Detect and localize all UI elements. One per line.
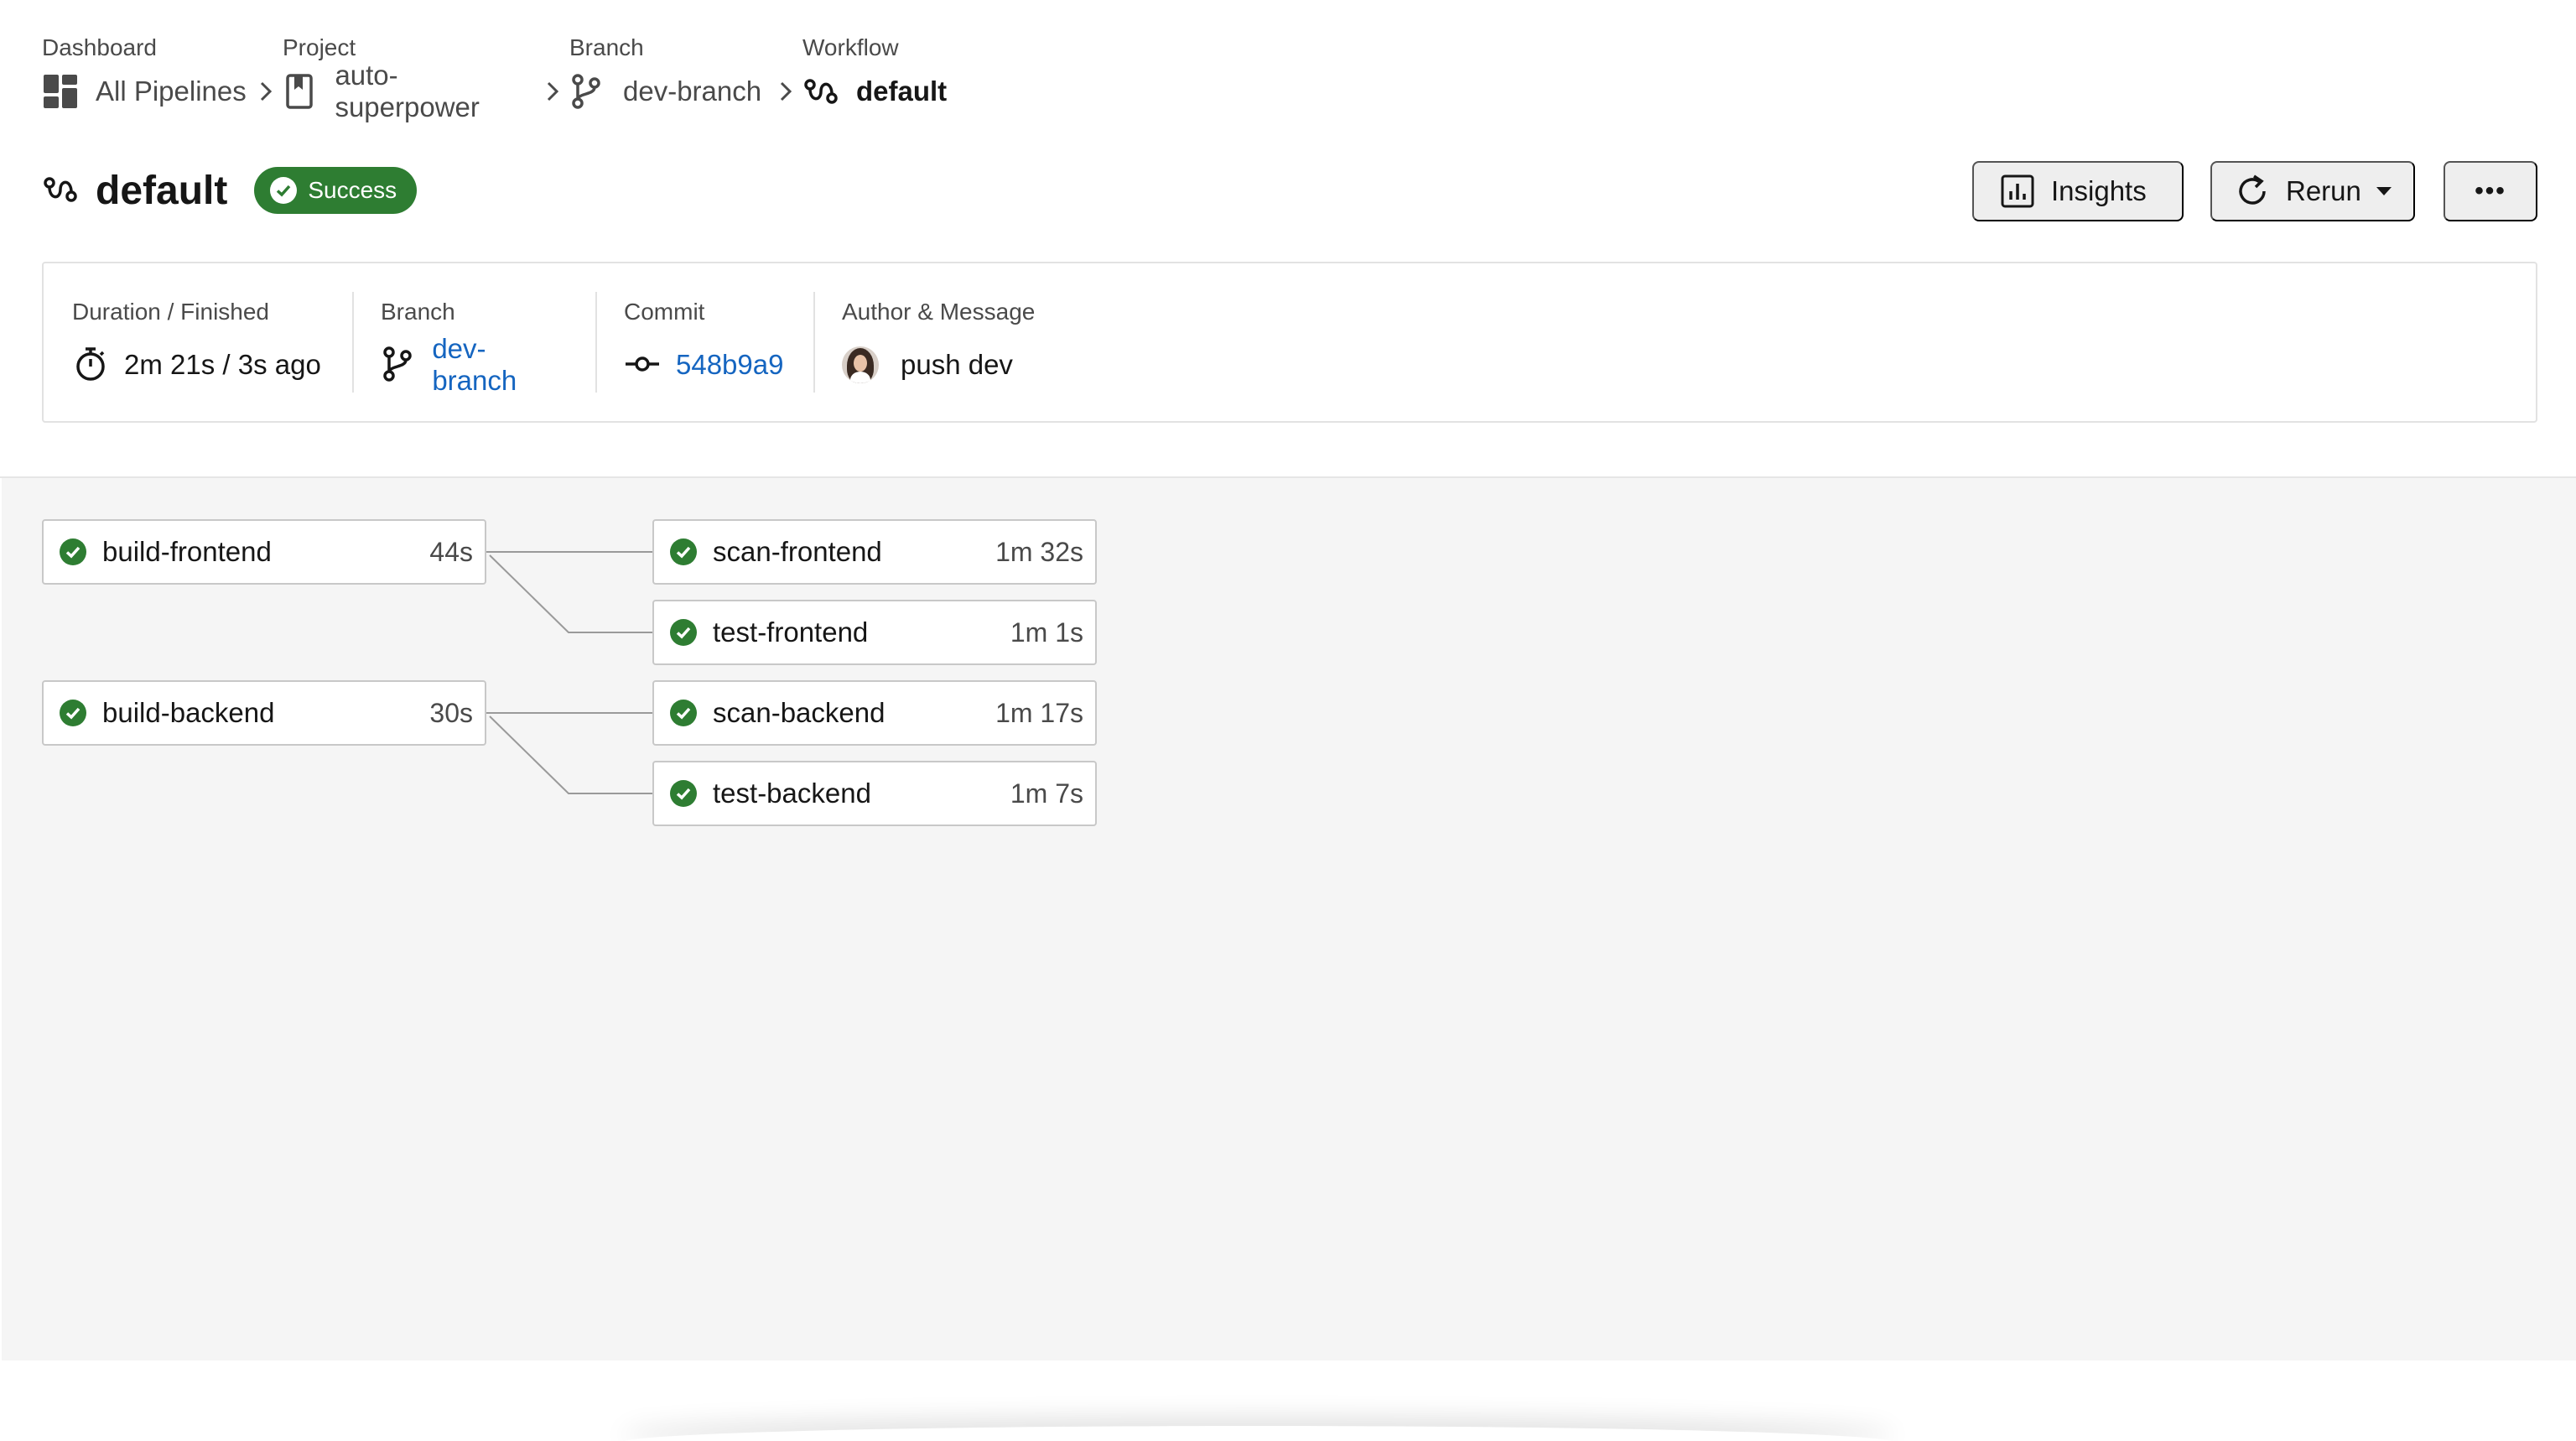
breadcrumb-workflow: Workflow default (802, 32, 947, 119)
pipeline-page: Dashboard All Pipelines Project auto-sup… (0, 0, 2576, 1441)
breadcrumb-workflow-label: Workflow (802, 34, 899, 60)
author-section: Author & Message push dev (842, 289, 1035, 396)
pipeline-graph: build-frontend 44s scan-frontend 1m 32s … (2, 478, 2576, 1360)
job-duration: 44s (429, 536, 473, 567)
breadcrumb-branch: Branch dev-branch (569, 32, 769, 119)
branch-icon (381, 346, 418, 384)
breadcrumb-dashboard-text: All Pipelines (96, 75, 247, 107)
job-build-frontend[interactable]: build-frontend 44s (42, 519, 486, 585)
caret-down-icon (2375, 185, 2393, 197)
more-options-button[interactable]: ••• (2444, 161, 2537, 221)
status-badge-text: Success (308, 177, 397, 203)
insights-label: Insights (2051, 175, 2147, 206)
duration-label: Duration / Finished (72, 299, 270, 325)
job-scan-backend[interactable]: scan-backend 1m 17s (652, 680, 1097, 746)
check-circle-icon (59, 699, 87, 727)
avatar (842, 346, 879, 383)
breadcrumb-branch-link[interactable]: dev-branch (569, 64, 769, 119)
duration-value: 2m 21s / 3s ago (124, 349, 321, 380)
workflow-header: default Success Insights Rerun ••• (42, 161, 2537, 221)
branch-value-row: dev-branch (381, 333, 569, 396)
job-name: test-backend (713, 778, 871, 809)
job-duration: 1m 1s (1010, 616, 1083, 648)
bookmark-icon (283, 71, 321, 112)
chevron-right-icon (536, 64, 569, 119)
breadcrumb: Dashboard All Pipelines Project auto-sup… (42, 32, 947, 122)
page-title: default (96, 168, 228, 213)
status-badge: Success (254, 167, 418, 214)
job-name: build-backend (102, 697, 275, 728)
chevron-right-icon (769, 64, 802, 119)
commit-icon (624, 346, 662, 384)
workflow-icon (42, 171, 80, 210)
job-test-backend[interactable]: test-backend 1m 7s (652, 761, 1097, 826)
branch-label: Branch (381, 299, 455, 325)
bottom-panel-shadow (621, 1426, 1895, 1441)
breadcrumb-workflow-text: default (856, 75, 948, 107)
job-duration: 30s (429, 697, 473, 728)
breadcrumb-project: Project auto-superpower (283, 32, 536, 122)
divider (813, 292, 815, 393)
breadcrumb-dashboard: Dashboard All Pipelines (42, 32, 249, 119)
refresh-icon (2234, 173, 2271, 210)
workflow-icon (802, 71, 843, 112)
check-circle-icon (669, 618, 698, 647)
breadcrumb-dashboard-link[interactable]: All Pipelines (42, 64, 249, 119)
header-actions: Insights Rerun ••• (1972, 161, 2537, 221)
branch-icon (569, 71, 610, 112)
duration-value-row: 2m 21s / 3s ago (72, 344, 325, 386)
author-value-row: push dev (842, 344, 1035, 386)
breadcrumb-project-link[interactable]: auto-superpower (283, 60, 536, 122)
job-duration: 1m 32s (995, 536, 1083, 567)
insights-button[interactable]: Insights (1972, 161, 2184, 221)
commit-message: push dev (901, 349, 1013, 380)
check-circle-icon (669, 538, 698, 566)
check-circle-icon (669, 699, 698, 727)
branch-link[interactable]: dev-branch (432, 333, 569, 397)
workflow-info-card: Duration / Finished 2m 21s / 3s ago Bran… (42, 262, 2537, 423)
breadcrumb-workflow-link[interactable]: default (802, 64, 947, 119)
check-circle-icon (59, 538, 87, 566)
stopwatch-icon (72, 346, 111, 384)
rerun-label: Rerun (2286, 175, 2361, 206)
breadcrumb-dashboard-label: Dashboard (42, 34, 157, 60)
job-duration: 1m 17s (995, 697, 1083, 728)
divider (352, 292, 354, 393)
job-name: scan-backend (713, 697, 886, 728)
commit-link[interactable]: 548b9a9 (676, 349, 783, 381)
commit-label: Commit (624, 299, 705, 325)
breadcrumb-project-text: auto-superpower (335, 60, 480, 122)
chevron-right-icon (249, 64, 283, 119)
author-label: Author & Message (842, 299, 1036, 325)
dashboard-icon (42, 71, 82, 112)
job-build-backend[interactable]: build-backend 30s (42, 680, 486, 746)
job-test-frontend[interactable]: test-frontend 1m 1s (652, 600, 1097, 665)
commit-value-row: 548b9a9 (624, 344, 787, 386)
divider (595, 292, 597, 393)
breadcrumb-branch-label: Branch (569, 34, 644, 60)
check-circle-icon (669, 779, 698, 808)
job-name: build-frontend (102, 536, 272, 567)
duration-section: Duration / Finished 2m 21s / 3s ago (72, 289, 325, 396)
job-duration: 1m 7s (1010, 778, 1083, 809)
job-name: scan-frontend (713, 536, 882, 567)
breadcrumb-branch-text: dev-branch (623, 75, 762, 107)
job-name: test-frontend (713, 616, 869, 648)
commit-section: Commit 548b9a9 (624, 289, 787, 396)
check-circle-icon (269, 176, 298, 205)
bar-chart-icon (1999, 173, 2036, 210)
more-options-icon: ••• (2475, 177, 2506, 205)
rerun-button[interactable]: Rerun (2210, 161, 2415, 221)
job-scan-frontend[interactable]: scan-frontend 1m 32s (652, 519, 1097, 585)
branch-section: Branch dev-branch (381, 289, 569, 396)
